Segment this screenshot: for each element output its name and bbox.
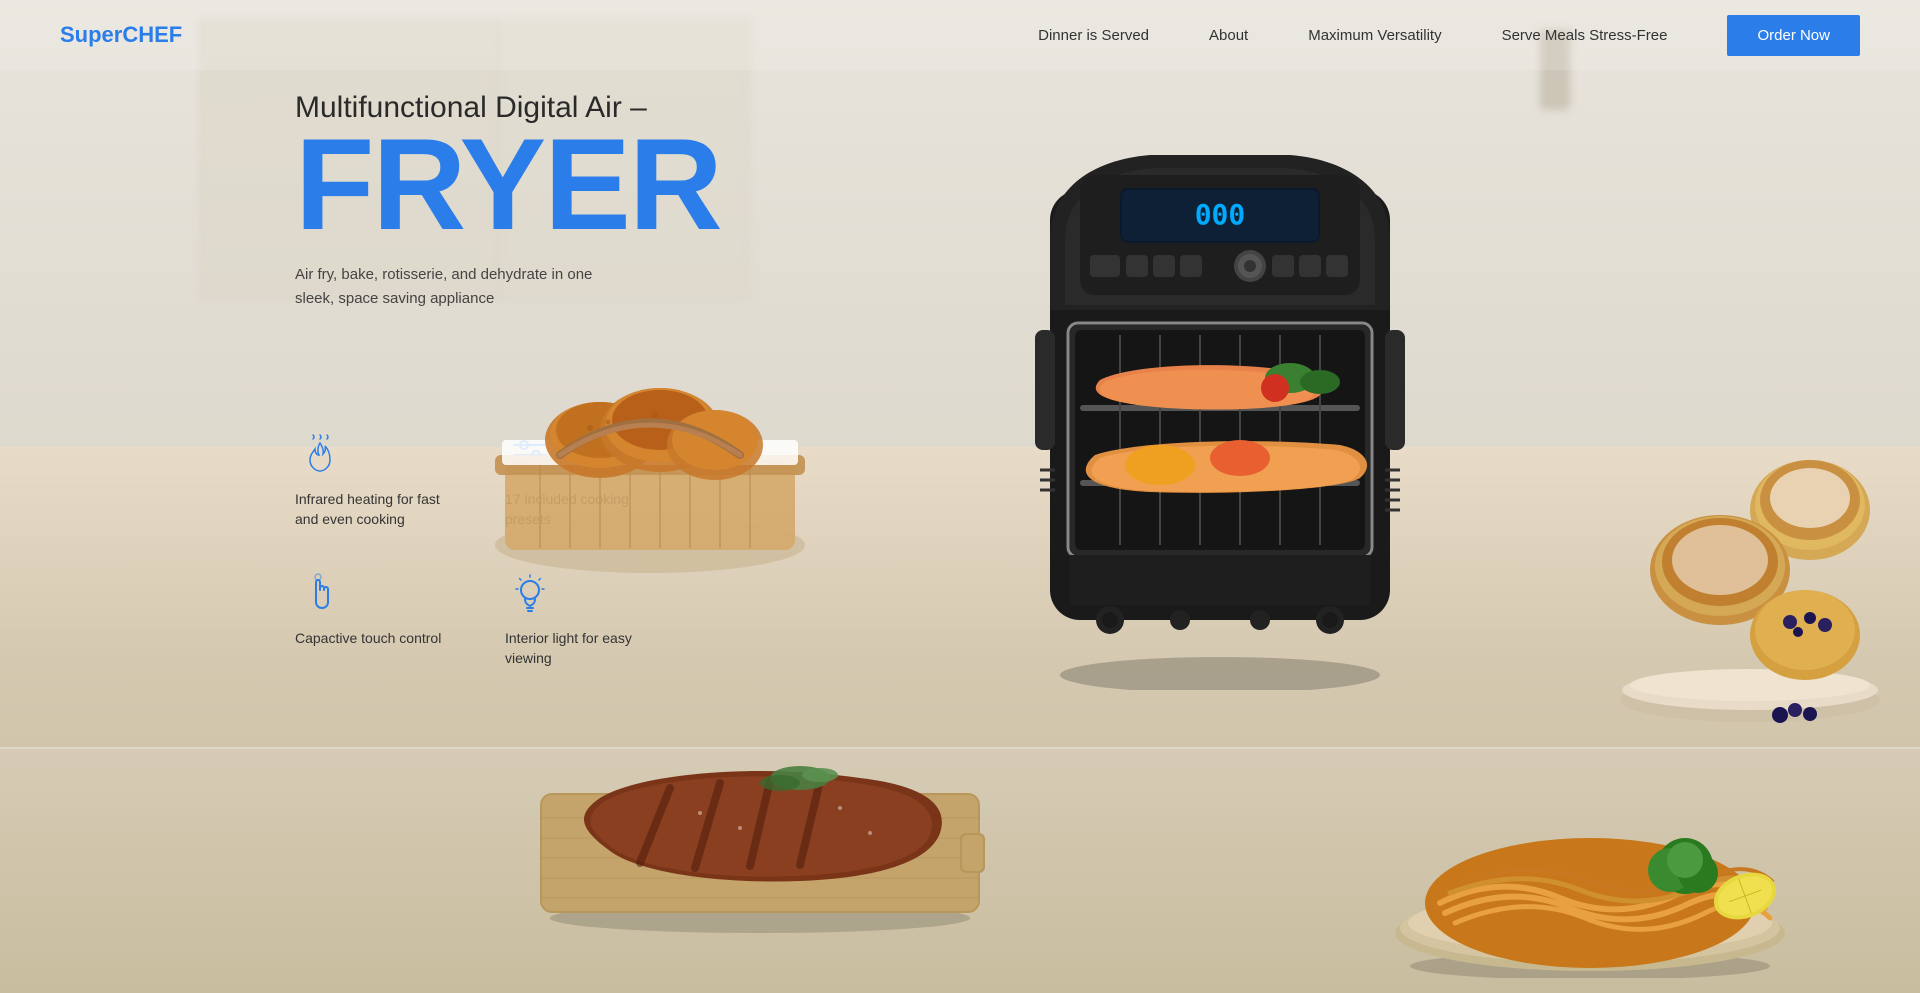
- brand-name-bold: CHEF: [122, 22, 182, 47]
- hero-title: FRYER: [295, 126, 721, 243]
- nav-versatility[interactable]: Maximum Versatility: [1308, 27, 1441, 44]
- pastries-container: [1610, 370, 1890, 735]
- steak-board-container: [520, 703, 1000, 938]
- navbar: SuperCHEF Dinner is Served About Maximum…: [0, 0, 1920, 70]
- nav-about[interactable]: About: [1209, 27, 1248, 44]
- infrared-icon: [295, 430, 345, 480]
- air-fryer-container: 000: [1010, 110, 1430, 695]
- infrared-text: Infrared heating for fast and even cooki…: [295, 490, 465, 529]
- nav-dinner[interactable]: Dinner is Served: [1038, 27, 1149, 44]
- pastries-svg: [1610, 370, 1890, 730]
- flame-svg: [298, 433, 342, 477]
- nav-stress-free[interactable]: Serve Meals Stress-Free: [1502, 27, 1668, 44]
- order-now-button[interactable]: Order Now: [1727, 15, 1860, 56]
- noodle-dish-container: [1380, 718, 1800, 983]
- touch-svg: [298, 572, 342, 616]
- touch-icon: [295, 569, 345, 619]
- brand-logo[interactable]: SuperCHEF: [60, 22, 182, 48]
- basket-svg: [460, 300, 840, 580]
- noodles-svg: [1380, 718, 1800, 978]
- steak-svg: [520, 703, 1000, 933]
- food-basket-container: [460, 300, 840, 585]
- brand-name-regular: Super: [60, 22, 122, 47]
- feature-infrared: Infrared heating for fast and even cooki…: [295, 430, 465, 529]
- nav-links: Dinner is Served About Maximum Versatili…: [1038, 27, 1667, 44]
- main-content: SuperCHEF Dinner is Served About Maximum…: [0, 0, 1920, 993]
- touch-text: Capactive touch control: [295, 629, 465, 649]
- light-text: Interior light for easy viewing: [505, 629, 675, 668]
- air-fryer-appliance-svg: 000: [1010, 110, 1430, 690]
- svg-text:000: 000: [1195, 198, 1246, 231]
- feature-touch: Capactive touch control: [295, 569, 465, 668]
